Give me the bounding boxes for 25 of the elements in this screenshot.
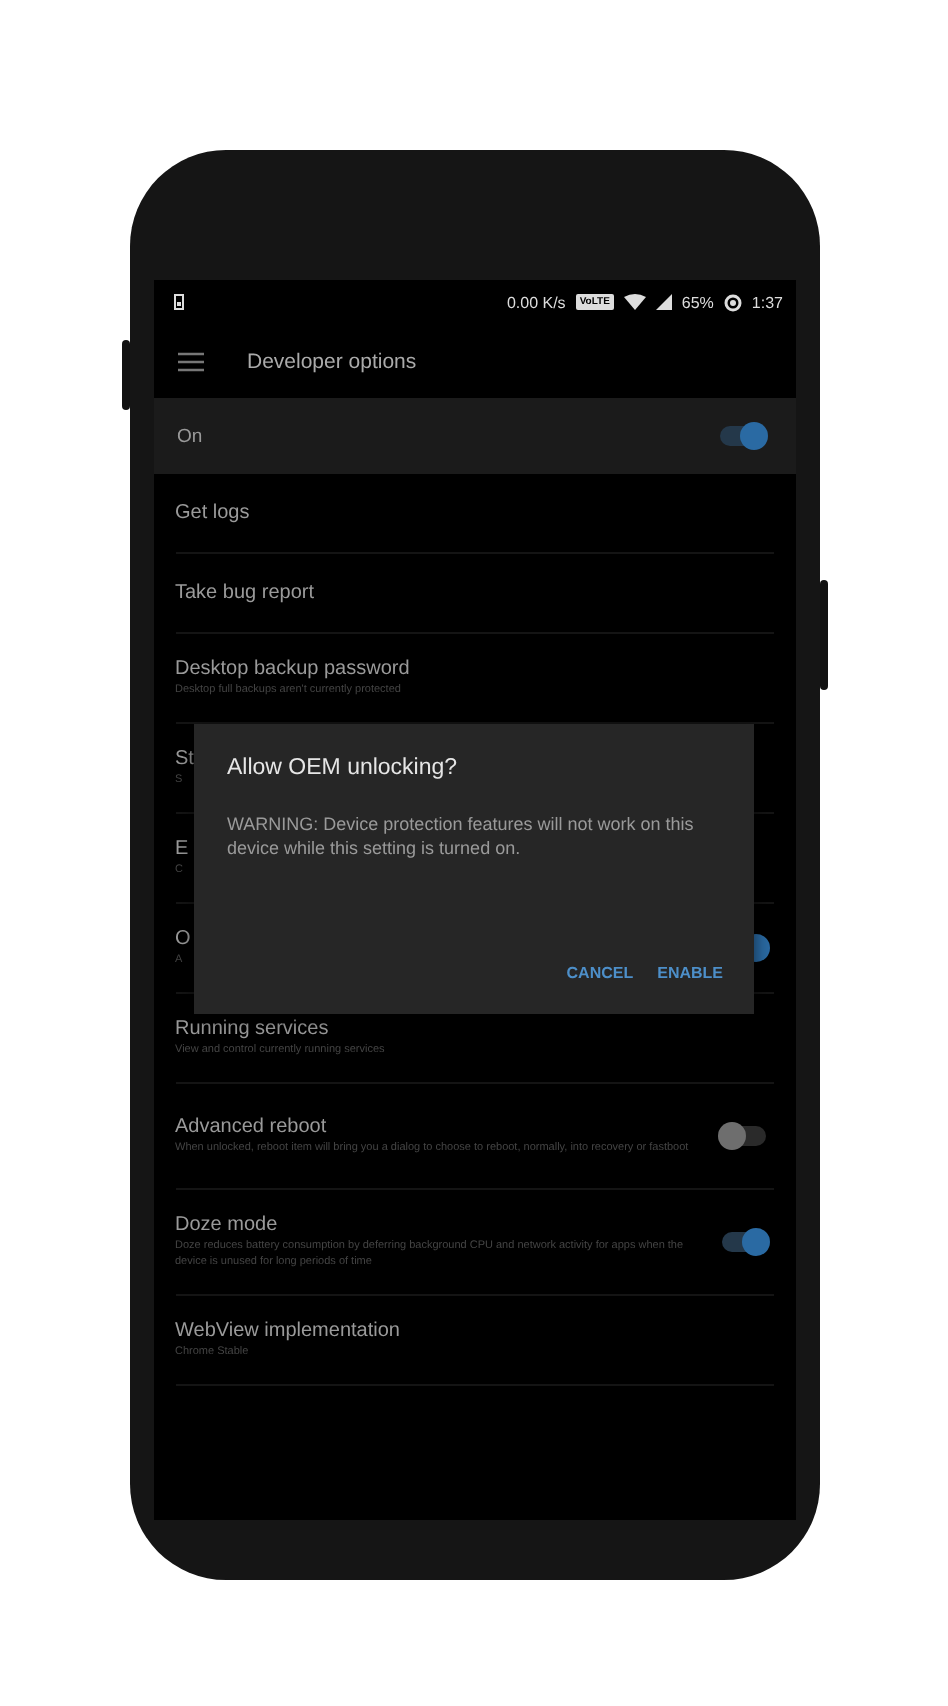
menu-icon[interactable] [177, 351, 203, 371]
setting-title[interactable]: Desktop backup password [175, 657, 773, 680]
dialog-button[interactable]: ENABLE [651, 956, 729, 990]
setting-title[interactable]: WebView implementation [175, 1319, 773, 1342]
toggle-switch[interactable] [721, 1232, 765, 1252]
toggle-switch[interactable] [719, 426, 763, 446]
clock: 1:37 [751, 293, 783, 311]
setting-title[interactable]: Doze mode [175, 1213, 705, 1236]
phone-icon [173, 294, 183, 310]
toggle-switch[interactable] [721, 1126, 765, 1146]
setting-title[interactable]: Running services [175, 1017, 773, 1040]
setting-title[interactable]: Get logs [175, 502, 773, 524]
setting-title[interactable]: Take bug report [175, 582, 773, 604]
battery-ring-icon [723, 293, 742, 311]
signal-icon [655, 294, 672, 310]
screen-title: Developer options [247, 349, 417, 373]
setting-title[interactable]: Advanced reboot [175, 1115, 705, 1138]
switch-label: On [177, 425, 203, 447]
dialog-title: Allow OEM unlocking? [227, 756, 460, 780]
wifi-icon [623, 294, 646, 310]
battery-level: 65% [681, 293, 714, 311]
network-speed: 0.00 K/s [506, 293, 566, 311]
dialog-message: WARNING: Device protection features will not work on this device while this setting is turned on. [227, 812, 696, 861]
dialog-button[interactable]: CANCEL [560, 956, 640, 990]
master-switch-bar[interactable]: On [153, 398, 795, 474]
